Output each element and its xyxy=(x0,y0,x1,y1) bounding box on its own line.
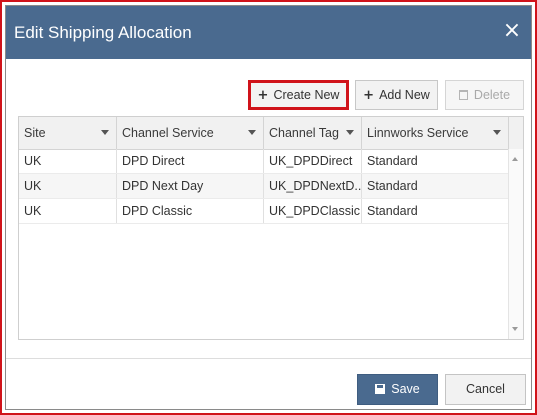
delete-button[interactable]: Delete xyxy=(445,80,524,110)
cell-channel-service: DPD Classic xyxy=(117,199,264,223)
edit-shipping-allocation-dialog: Edit Shipping Allocation × + Create New +… xyxy=(5,5,532,410)
column-header-site[interactable]: Site xyxy=(19,117,117,149)
footer-divider xyxy=(6,358,531,359)
cell-channel-service: DPD Direct xyxy=(117,149,264,173)
create-new-button[interactable]: + Create New xyxy=(248,80,349,110)
cell-channel-tag: UK_DPDClassic xyxy=(264,199,362,223)
column-header-filler xyxy=(509,117,523,149)
column-header-channel-tag[interactable]: Channel Tag xyxy=(264,117,362,149)
plus-icon: + xyxy=(363,88,375,103)
cell-linnworks-service[interactable]: Standard xyxy=(362,149,509,173)
column-header-label: Channel Service xyxy=(122,126,214,140)
cell-site: UK xyxy=(19,174,117,198)
cancel-button[interactable]: Cancel xyxy=(445,374,526,405)
close-icon[interactable]: × xyxy=(502,20,522,42)
highlight-frame: Edit Shipping Allocation × + Create New +… xyxy=(0,0,537,415)
column-header-label: Channel Tag xyxy=(269,126,339,140)
table-row[interactable]: UK DPD Next Day UK_DPDNextD... Standard xyxy=(19,174,509,199)
cell-linnworks-service[interactable]: Standard xyxy=(362,199,509,223)
dialog-title: Edit Shipping Allocation xyxy=(14,23,192,42)
cell-channel-tag: UK_DPDDirect xyxy=(264,149,362,173)
grid-scrollbar[interactable] xyxy=(508,149,523,339)
column-header-linnworks-service[interactable]: Linnworks Service xyxy=(362,117,509,149)
cell-channel-service: DPD Next Day xyxy=(117,174,264,198)
chevron-down-icon[interactable] xyxy=(346,130,354,135)
add-new-button[interactable]: + Add New xyxy=(355,80,438,110)
grid-header: Site Channel Service Channel Tag Linnwor… xyxy=(19,117,523,150)
add-new-label: Add New xyxy=(379,88,430,102)
cell-linnworks-service[interactable]: Standard xyxy=(362,174,509,198)
save-label: Save xyxy=(391,382,420,396)
save-icon xyxy=(375,384,386,394)
chevron-down-icon[interactable] xyxy=(101,130,109,135)
column-header-label: Site xyxy=(24,126,46,140)
plus-icon: + xyxy=(257,88,269,103)
chevron-down-icon[interactable] xyxy=(248,130,256,135)
cell-channel-tag: UK_DPDNextD... xyxy=(264,174,362,198)
chevron-down-icon[interactable] xyxy=(493,130,501,135)
column-header-label: Linnworks Service xyxy=(367,126,469,140)
dialog-titlebar: Edit Shipping Allocation × xyxy=(6,6,531,59)
cell-site: UK xyxy=(19,149,117,173)
scroll-down-icon[interactable] xyxy=(512,327,518,331)
save-button[interactable]: Save xyxy=(357,374,438,405)
scroll-up-icon[interactable] xyxy=(512,157,518,161)
table-row[interactable]: UK DPD Classic UK_DPDClassic Standard xyxy=(19,199,509,224)
create-new-label: Create New xyxy=(273,88,340,102)
column-header-channel-service[interactable]: Channel Service xyxy=(117,117,264,149)
cancel-label: Cancel xyxy=(466,382,505,396)
trash-icon xyxy=(458,90,468,100)
allocation-grid: Site Channel Service Channel Tag Linnwor… xyxy=(18,116,524,340)
delete-label: Delete xyxy=(473,88,511,102)
cell-site: UK xyxy=(19,199,117,223)
table-row[interactable]: UK DPD Direct UK_DPDDirect Standard xyxy=(19,149,509,174)
